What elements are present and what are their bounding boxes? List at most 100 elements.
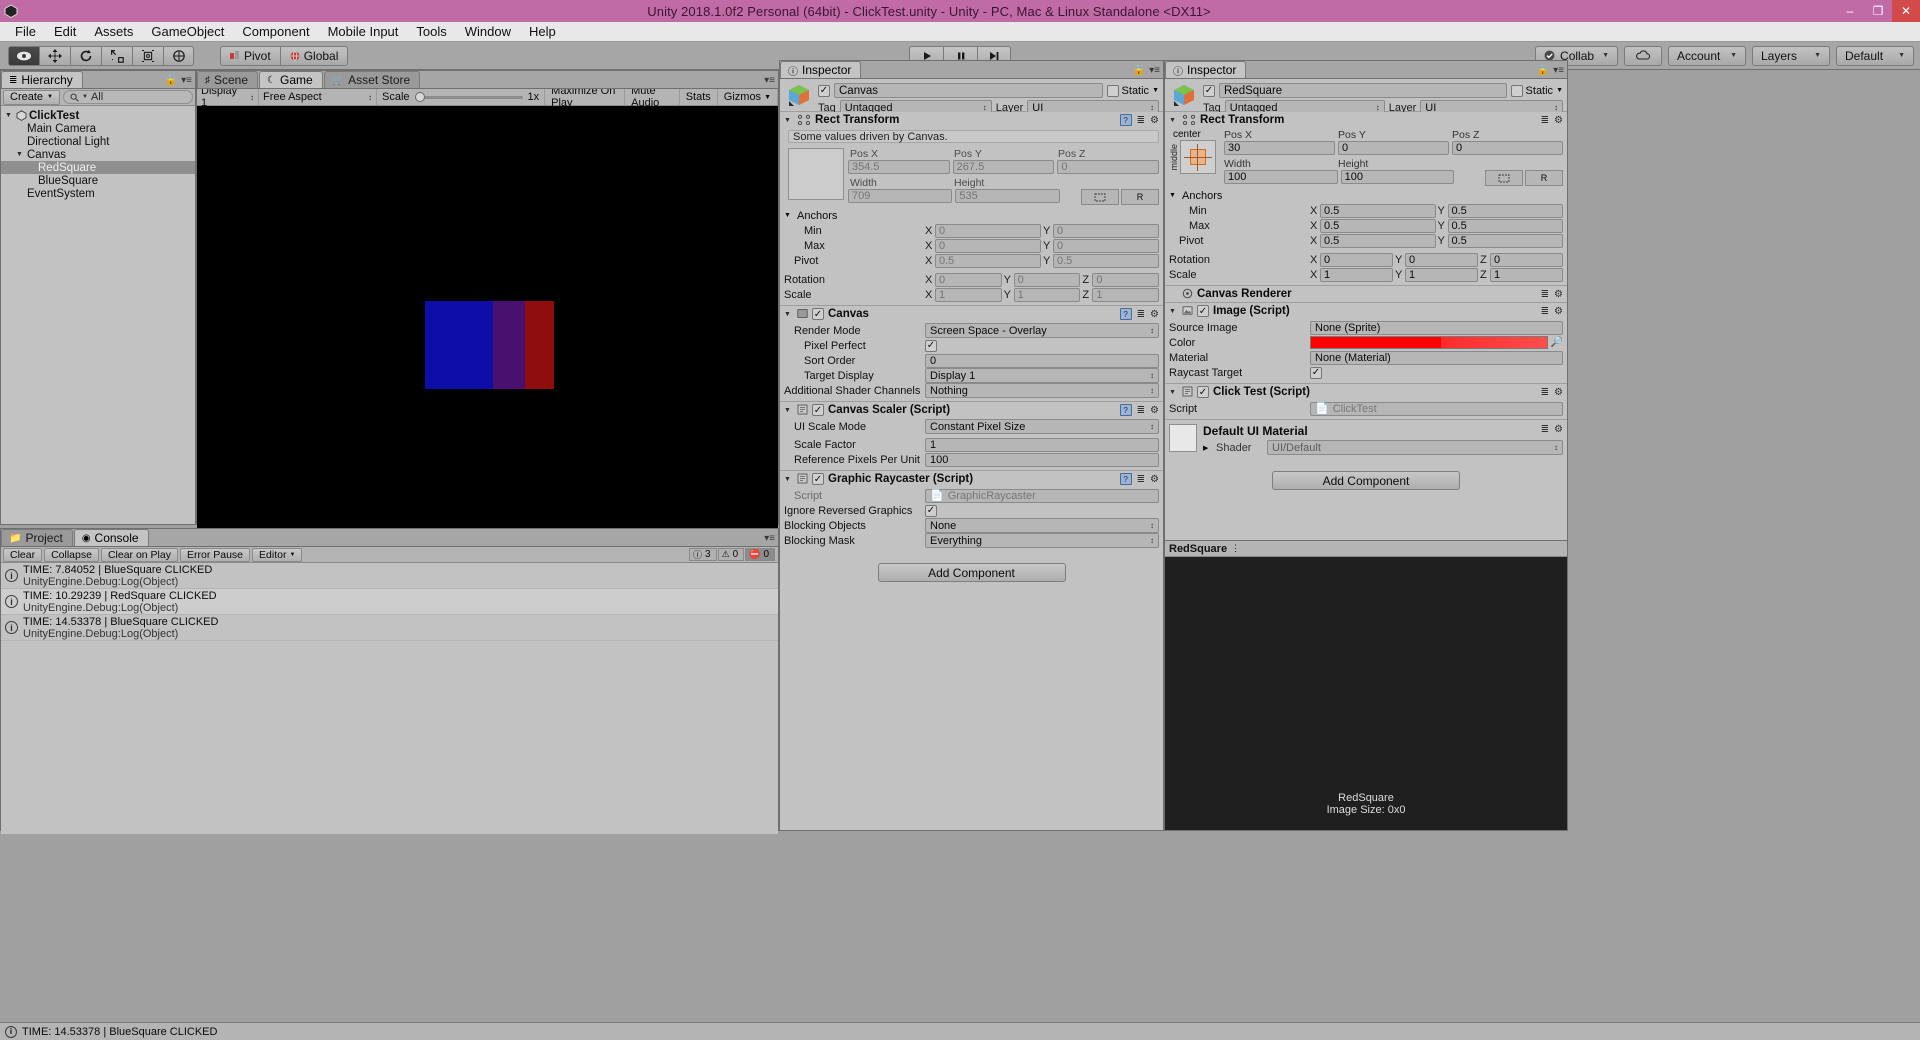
chevron-down-icon[interactable]: ▼: [1169, 389, 1178, 396]
chevron-down-icon[interactable]: ▼: [1169, 192, 1179, 199]
sort-order-field[interactable]: 0: [925, 353, 1159, 368]
component-header[interactable]: ▶ Canvas Renderer ≣ ⚙: [1165, 286, 1567, 302]
gear-icon[interactable]: ⚙: [1150, 474, 1159, 485]
add-component-button[interactable]: Add Component: [1272, 471, 1460, 490]
preset-icon[interactable]: ≣: [1137, 474, 1145, 485]
chevron-down-icon[interactable]: ▼: [784, 407, 793, 414]
preset-icon[interactable]: ≣: [1541, 387, 1549, 398]
menu-tools[interactable]: Tools: [407, 22, 455, 41]
rect-tool-button[interactable]: [132, 45, 163, 66]
rot-x-field[interactable]: 0: [1320, 252, 1393, 267]
preset-icon[interactable]: ≣: [1137, 309, 1145, 320]
preview-header[interactable]: RedSquare ⋮: [1165, 541, 1567, 557]
preset-icon[interactable]: ≣: [1541, 424, 1549, 435]
scale-slider-knob[interactable]: [414, 91, 425, 102]
reference-pixels-field[interactable]: 100: [925, 452, 1159, 467]
panel-menu-icon[interactable]: ▾≡: [181, 75, 192, 86]
error-pause-toggle[interactable]: Error Pause: [179, 547, 251, 562]
pivot-x-field[interactable]: 0.5: [1320, 233, 1436, 248]
chevron-down-icon[interactable]: ▼: [784, 212, 794, 219]
minimize-button[interactable]: –: [1836, 0, 1864, 22]
pos-y-field[interactable]: 0: [1338, 141, 1449, 155]
pivot-y-field[interactable]: 0.5: [1053, 253, 1159, 268]
hierarchy-item-main-camera[interactable]: Main Camera: [1, 122, 195, 135]
console-log-entry[interactable]: i TIME: 10.29239 | RedSquare CLICKED Uni…: [1, 589, 778, 615]
chevron-down-icon[interactable]: ▼: [16, 151, 27, 158]
chevron-down-icon[interactable]: ▼: [1152, 87, 1159, 94]
create-button[interactable]: Create ▼: [3, 89, 60, 105]
console-log-entry[interactable]: i TIME: 7.84052 | BlueSquare CLICKED Uni…: [1, 563, 778, 589]
anchor-max-y-field[interactable]: 0: [1053, 238, 1159, 253]
component-header[interactable]: ▼ ✓ Canvas ? ≣ ⚙: [780, 306, 1163, 322]
width-field[interactable]: 709: [848, 189, 953, 203]
chevron-down-icon[interactable]: ▼: [1169, 117, 1178, 124]
anchor-max-x-field[interactable]: 0.5: [1320, 218, 1436, 233]
anchor-preset-widget[interactable]: [1180, 140, 1216, 174]
anchor-max-x-field[interactable]: 0: [935, 238, 1041, 253]
preview-resize-handle[interactable]: ⋮: [1231, 543, 1240, 554]
chevron-right-icon[interactable]: ▶: [1203, 444, 1213, 452]
anchor-min-x-field[interactable]: 0.5: [1320, 203, 1436, 218]
gizmos-dropdown[interactable]: Gizmos ▼: [718, 89, 778, 105]
menu-edit[interactable]: Edit: [45, 22, 85, 41]
lock-icon[interactable]: 🔒: [1133, 65, 1145, 76]
anchors-foldout[interactable]: ▼ Anchors: [784, 208, 1159, 223]
help-icon[interactable]: ?: [1119, 114, 1132, 126]
gear-icon[interactable]: ⚙: [1150, 115, 1159, 126]
aspect-dropdown[interactable]: Free Aspect ↕: [259, 89, 377, 105]
pivot-y-field[interactable]: 0.5: [1447, 233, 1563, 248]
source-image-field[interactable]: None (Sprite): [1310, 320, 1563, 335]
hierarchy-item-eventsystem[interactable]: EventSystem: [1, 187, 195, 200]
component-header[interactable]: ▼ Rect Transform ≣ ⚙: [1165, 112, 1567, 128]
game-blue-square[interactable]: [425, 301, 493, 389]
gameobject-name-field[interactable]: RedSquare: [1219, 83, 1507, 98]
lock-icon[interactable]: 🔒: [1537, 65, 1549, 76]
chevron-down-icon[interactable]: ▼: [784, 311, 793, 318]
editor-dropdown[interactable]: Editor ▼: [252, 547, 303, 562]
rot-z-field[interactable]: 0: [1092, 272, 1160, 287]
image-enabled-checkbox[interactable]: ✓: [1197, 305, 1209, 317]
status-bar[interactable]: i TIME: 14.53378 | BlueSquare CLICKED: [0, 1022, 1920, 1040]
chevron-down-icon[interactable]: ▼: [784, 117, 793, 124]
hierarchy-item-directional-light[interactable]: Directional Light: [1, 135, 195, 148]
preset-icon[interactable]: ≣: [1541, 306, 1549, 317]
shader-channels-dropdown[interactable]: Nothing ↕: [925, 383, 1159, 398]
scale-x-field[interactable]: 1: [935, 287, 1002, 302]
preset-icon[interactable]: ≣: [1137, 115, 1145, 126]
menu-file[interactable]: File: [6, 22, 45, 41]
scale-slider-group[interactable]: Scale 1x: [377, 89, 546, 105]
preset-icon[interactable]: ≣: [1541, 289, 1549, 300]
hierarchy-search-input[interactable]: ▼ All: [62, 90, 193, 104]
panel-menu-icon[interactable]: ▾≡: [1553, 65, 1564, 76]
pos-z-field[interactable]: 0: [1452, 141, 1563, 155]
component-header[interactable]: ▼ ✓ Canvas Scaler (Script) ? ≣ ⚙: [780, 402, 1163, 418]
tab-hierarchy[interactable]: ≣ Hierarchy: [1, 71, 83, 88]
scale-tool-button[interactable]: [101, 45, 132, 66]
move-tool-button[interactable]: [39, 45, 70, 66]
menu-help[interactable]: Help: [520, 22, 565, 41]
scale-factor-field[interactable]: 1: [925, 437, 1159, 452]
scale-y-field[interactable]: 1: [1013, 287, 1081, 302]
close-button[interactable]: ✕: [1892, 0, 1920, 22]
console-log-entry[interactable]: i TIME: 14.53378 | BlueSquare CLICKED Un…: [1, 615, 778, 641]
gameobject-enabled-checkbox[interactable]: ✓: [1203, 84, 1215, 97]
menu-component[interactable]: Component: [233, 22, 318, 41]
game-red-square[interactable]: [525, 301, 554, 389]
tab-asset-store[interactable]: 🛒 Asset Store: [323, 71, 421, 88]
component-header[interactable]: ▼ ✓ Graphic Raycaster (Script) ? ≣ ⚙: [780, 471, 1163, 487]
component-header[interactable]: ▼ ✓ Image (Script) ≣ ⚙: [1165, 303, 1567, 319]
pos-z-field[interactable]: 0: [1057, 160, 1160, 174]
raw-edit-mode-button[interactable]: R: [1525, 170, 1564, 186]
menu-gameobject[interactable]: GameObject: [142, 22, 233, 41]
maximize-on-play-toggle[interactable]: Maximize On Play: [545, 85, 626, 109]
blueprint-mode-button[interactable]: [1485, 170, 1524, 186]
hierarchy-item-bluesquare[interactable]: BlueSquare: [1, 174, 195, 187]
cloud-services-button[interactable]: [1624, 45, 1662, 66]
anchor-preset-widget[interactable]: [788, 148, 844, 200]
global-toggle-button[interactable]: Global: [279, 45, 349, 66]
panel-menu-icon[interactable]: ▾≡: [1149, 65, 1160, 76]
static-checkbox[interactable]: [1510, 84, 1523, 97]
scale-z-field[interactable]: 1: [1490, 267, 1563, 282]
height-field[interactable]: 535: [955, 189, 1060, 203]
component-header[interactable]: ▼ ✓ Click Test (Script) ≣ ⚙: [1165, 384, 1567, 400]
